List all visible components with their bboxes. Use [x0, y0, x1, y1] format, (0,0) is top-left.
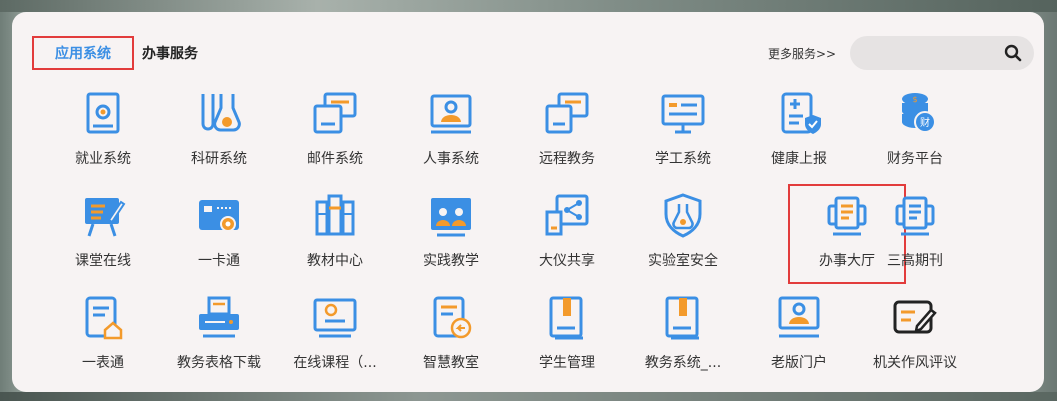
person-card-icon	[430, 94, 472, 134]
app-label: 一卡通	[198, 253, 240, 269]
app-item-student-affairs[interactable]: 学工系统	[628, 88, 738, 180]
app-item-research[interactable]: 科研系统	[164, 88, 274, 180]
app-item-finance[interactable]: $ 财 财务平台	[860, 88, 970, 180]
search-input[interactable]	[864, 42, 998, 66]
app-label: 教材中心	[307, 253, 363, 269]
app-label: 人事系统	[423, 151, 479, 167]
app-label: 实验室安全	[648, 253, 718, 269]
app-item-journals[interactable]: 三高期刊	[860, 190, 970, 282]
books-icon	[315, 194, 355, 236]
app-label: 机关作风评议	[873, 355, 957, 371]
app-item-academic-system[interactable]: 教务系统_...	[628, 292, 738, 384]
app-label: 教务表格下载	[177, 355, 261, 371]
app-item-health-report[interactable]: 健康上报	[744, 88, 854, 180]
app-label: 就业系统	[75, 151, 131, 167]
app-item-conduct-review[interactable]: 机关作风评议	[860, 292, 970, 384]
app-item-employment[interactable]: 就业系统	[48, 88, 158, 180]
form-home-icon	[85, 296, 123, 340]
app-label: 智慧教室	[423, 355, 479, 371]
svg-text:$: $	[912, 95, 917, 104]
app-label: 三高期刊	[887, 253, 943, 269]
review-edit-icon	[893, 300, 937, 334]
more-services-link[interactable]: 更多服务>>	[768, 45, 836, 62]
app-label: 教务系统_...	[644, 355, 722, 371]
health-icon	[781, 92, 821, 134]
employment-icon	[86, 92, 120, 134]
remote-icon	[545, 92, 589, 134]
monitor-icon	[661, 94, 705, 134]
app-label: 在线课程（...	[293, 355, 377, 371]
app-label: 学工系统	[655, 151, 711, 167]
app-label: 课堂在线	[75, 253, 131, 269]
background-bottom	[0, 392, 1057, 401]
app-label: 邮件系统	[307, 151, 363, 167]
background-top	[0, 0, 1057, 12]
app-label: 健康上报	[771, 151, 827, 167]
svg-text:财: 财	[920, 116, 930, 129]
app-item-lab-safety[interactable]: 实验室安全	[628, 190, 738, 282]
search-icon[interactable]	[1004, 44, 1022, 62]
online-course-icon	[313, 298, 357, 338]
app-label: 大仪共享	[539, 253, 595, 269]
app-item-classroom-online[interactable]: 课堂在线	[48, 190, 158, 282]
app-item-smart-classroom[interactable]: 智慧教室	[396, 292, 506, 384]
search-box	[850, 36, 1034, 70]
lab-shield-icon	[664, 193, 702, 238]
app-item-one-form[interactable]: 一表通	[48, 292, 158, 384]
journal-icon	[895, 196, 935, 236]
app-item-equipment-share[interactable]: 大仪共享	[512, 190, 622, 282]
share-icon	[545, 194, 589, 236]
app-item-remote-edu[interactable]: 远程教务	[512, 88, 622, 180]
portal-icon	[778, 296, 820, 338]
book2-icon	[665, 296, 699, 340]
coins-icon: $ 财	[902, 93, 936, 133]
card-icon	[199, 200, 239, 232]
easel-icon	[85, 198, 126, 237]
mail-icon	[313, 92, 357, 134]
printer-icon	[199, 296, 239, 338]
book-icon	[549, 296, 583, 340]
flask-icon	[201, 94, 241, 132]
app-item-campus-card[interactable]: 一卡通	[164, 190, 274, 282]
app-label: 财务平台	[887, 151, 943, 167]
smart-class-icon	[433, 296, 472, 339]
app-item-hr[interactable]: 人事系统	[396, 88, 506, 180]
tab-services[interactable]: 办事服务	[142, 36, 198, 70]
app-label: 实践教学	[423, 253, 479, 269]
app-label: 远程教务	[539, 151, 595, 167]
teaching-icon	[431, 198, 471, 237]
panel-header: 应用系统 办事服务 更多服务>>	[12, 12, 1044, 70]
app-item-online-course[interactable]: 在线课程（...	[280, 292, 390, 384]
app-item-student-management[interactable]: 学生管理	[512, 292, 622, 384]
app-label: 学生管理	[539, 355, 595, 371]
app-item-practice-teaching[interactable]: 实践教学	[396, 190, 506, 282]
app-item-form-download[interactable]: 教务表格下载	[164, 292, 274, 384]
app-panel: 应用系统 办事服务 更多服务>> 就业系统 科研系统 邮件系统 人事系统 远程教…	[12, 12, 1044, 392]
app-label: 一表通	[82, 355, 124, 371]
app-label: 老版门户	[771, 355, 827, 371]
app-item-mail[interactable]: 邮件系统	[280, 88, 390, 180]
app-item-old-portal[interactable]: 老版门户	[744, 292, 854, 384]
app-item-textbook-center[interactable]: 教材中心	[280, 190, 390, 282]
tab-apps[interactable]: 应用系统	[32, 36, 134, 70]
app-label: 科研系统	[191, 151, 247, 167]
